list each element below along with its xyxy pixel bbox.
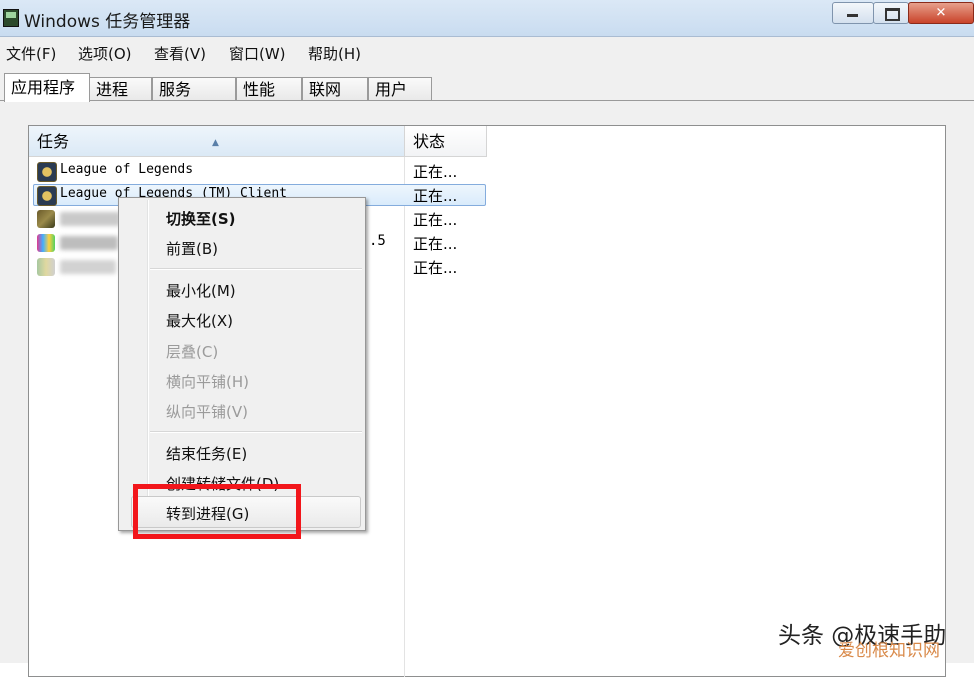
task-manager-app-icon [3, 9, 19, 27]
close-button[interactable]: ✕ [908, 2, 974, 24]
task-status: 正在... [413, 259, 458, 277]
annotation-highlight-box [133, 484, 301, 539]
menu-item-tile-vertically: 纵向平铺(V) [166, 403, 248, 421]
league-of-legends-icon [37, 162, 57, 182]
tab-users[interactable]: 用户 [368, 77, 432, 101]
menu-item-bring-to-front[interactable]: 前置(B) [166, 238, 218, 259]
menu-options[interactable]: 选项(O) [78, 43, 132, 64]
task-status: 正在... [413, 211, 458, 229]
menu-window[interactable]: 窗口(W) [229, 43, 286, 64]
menu-item-switch-to[interactable]: 切换至(S) [166, 208, 236, 229]
title-bar: Windows 任务管理器 ✕ [0, 0, 974, 37]
menu-item-end-task[interactable]: 结束任务(E) [166, 443, 247, 464]
menu-file[interactable]: 文件(F) [6, 43, 56, 64]
tab-performance[interactable]: 性能 [236, 77, 302, 101]
menu-help[interactable]: 帮助(H) [308, 43, 361, 64]
tab-strip: 应用程序 进程 服务 性能 联网 用户 [0, 67, 974, 102]
menu-view[interactable]: 查看(V) [154, 43, 206, 64]
window-title: Windows 任务管理器 [24, 12, 191, 32]
watermark-site-text: 爱创根知识网 [838, 641, 940, 661]
task-status: 正在... [413, 163, 458, 181]
blurred-app-icon [37, 234, 55, 252]
task-name-fragment: .5 [369, 233, 386, 249]
blurred-task-name [60, 212, 120, 226]
table-row[interactable]: League of Legends 正在... [29, 160, 945, 182]
sort-ascending-icon: ▲ [212, 138, 219, 148]
maximize-button[interactable] [873, 2, 909, 24]
minimize-button[interactable] [832, 2, 874, 24]
task-name: League of Legends [60, 162, 194, 177]
maximize-icon [885, 8, 900, 21]
league-of-legends-client-icon [37, 186, 57, 206]
menu-item-tile-horizontally: 横向平铺(H) [166, 373, 249, 391]
context-menu-gutter [147, 200, 149, 528]
column-header-status[interactable]: 状态 [405, 126, 487, 157]
blurred-app-icon [37, 258, 55, 276]
tab-processes[interactable]: 进程 [89, 77, 152, 101]
column-header-task[interactable]: 任务 ▲ [29, 126, 405, 157]
close-icon: ✕ [935, 5, 947, 21]
column-header-task-label: 任务 [37, 132, 70, 151]
menu-item-minimize[interactable]: 最小化(M) [166, 280, 236, 301]
task-status: 正在... [413, 187, 458, 205]
menu-item-maximize[interactable]: 最大化(X) [166, 310, 233, 331]
menu-separator [150, 268, 362, 270]
menu-separator [150, 431, 362, 433]
blurred-task-name [60, 236, 118, 250]
context-menu: 切换至(S) 前置(B) 最小化(M) 最大化(X) 层叠(C) 横向平铺(H)… [118, 197, 366, 531]
menu-bar: 文件(F) 选项(O) 查看(V) 窗口(W) 帮助(H) [0, 37, 974, 67]
tab-applications[interactable]: 应用程序 [4, 73, 90, 102]
blurred-app-icon [37, 210, 55, 228]
tab-services[interactable]: 服务 [152, 77, 236, 101]
tab-networking[interactable]: 联网 [302, 77, 368, 101]
blurred-task-name [60, 260, 116, 274]
menu-item-cascade: 层叠(C) [166, 343, 219, 361]
minimize-icon [847, 14, 858, 17]
task-status: 正在... [413, 235, 458, 253]
